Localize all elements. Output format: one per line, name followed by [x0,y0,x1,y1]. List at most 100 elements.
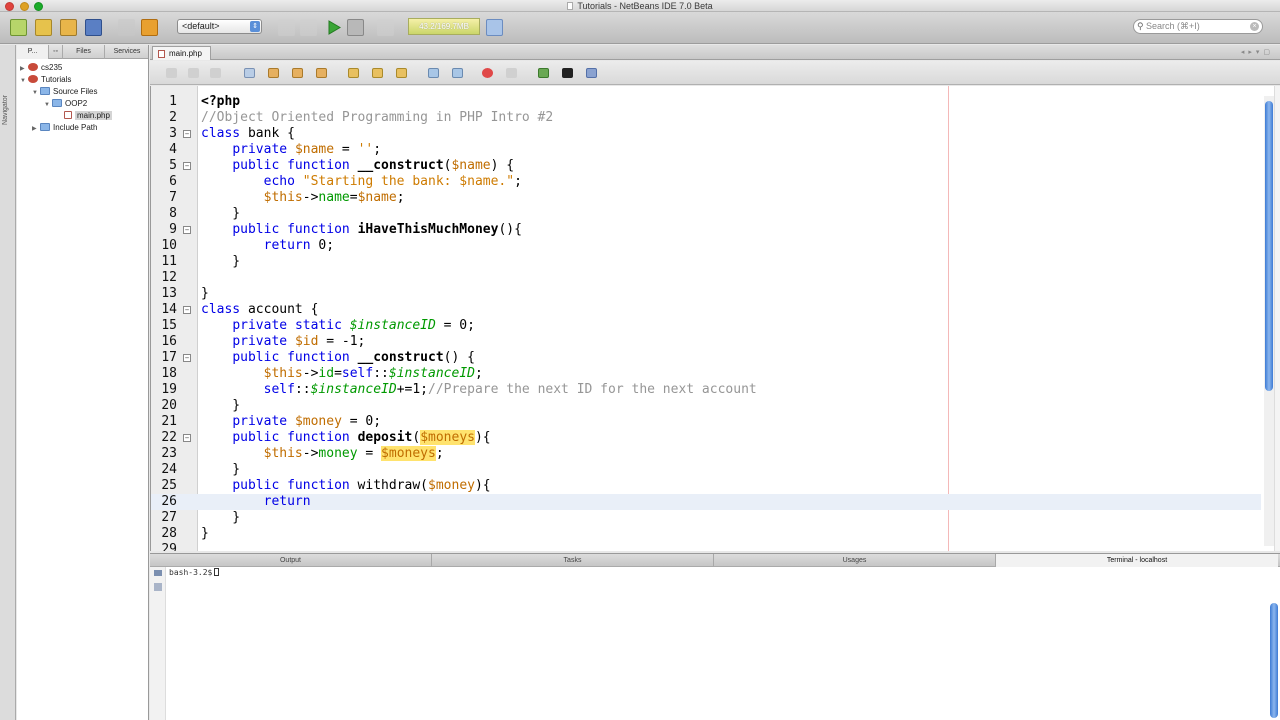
navigator-label[interactable]: Navigator [2,95,9,125]
tree-item-source-files[interactable]: ▼ Source Files [32,86,97,98]
run-icon[interactable] [325,19,342,36]
expand-arrow-icon[interactable]: ▶ [32,123,40,135]
code-line[interactable]: 13} [151,286,1261,302]
back-icon[interactable] [188,68,199,78]
code-line[interactable]: 11 } [151,254,1261,270]
shift-right-icon[interactable] [452,68,463,78]
code-line[interactable]: 14− class account { [151,302,1261,318]
code-line[interactable]: 21 private $money = 0; [151,414,1261,430]
fold-toggle-icon[interactable]: − [183,130,191,138]
code-line[interactable]: 1 <?php [151,94,1261,110]
code-line[interactable]: 17− public function __construct() { [151,350,1261,366]
code-line[interactable]: 29 [151,542,1261,551]
fold-toggle-icon[interactable]: − [183,354,191,362]
line-number: 2 [169,110,177,125]
previous-bookmark-icon[interactable] [348,68,359,78]
tab-terminal[interactable]: Terminal - localhost [996,554,1278,567]
scrollbar-thumb[interactable] [1265,101,1273,391]
code-line[interactable]: 22− public function deposit($moneys){ [151,430,1261,446]
terminal-icon[interactable] [154,570,162,576]
new-project-icon[interactable] [35,19,52,36]
tree-item-cs235[interactable]: ▶ cs235 [20,62,62,74]
tree-item-tutorials[interactable]: ▼ Tutorials [20,74,71,86]
build-icon[interactable] [300,19,317,36]
tab-scroll-controls[interactable]: ◂▸▾▢ [1241,48,1274,56]
open-project-icon[interactable] [60,19,77,36]
code-editor[interactable]: 1 <?php 2 //Object Oriented Programming in … [150,86,1280,551]
new-file-icon[interactable] [10,19,27,36]
editor-scrollbar[interactable] [1264,96,1274,546]
code-line[interactable]: 2 //Object Oriented Programming in PHP In… [151,110,1261,126]
configuration-select[interactable]: <default> ⇕ [177,19,262,34]
new-terminal-icon[interactable] [154,583,162,591]
tasks-icon[interactable] [586,68,597,78]
code-line[interactable]: 25 public function withdraw($money){ [151,478,1261,494]
code-line[interactable]: 10 return 0; [151,238,1261,254]
collapse-arrow-icon[interactable]: ▼ [32,87,40,99]
code-line[interactable]: 7 $this->name=$name; [151,190,1261,206]
undo-icon[interactable] [118,19,135,36]
fold-toggle-icon[interactable]: − [183,306,191,314]
toggle-bookmark-icon[interactable] [396,68,407,78]
redo-icon[interactable] [141,19,158,36]
code-line[interactable]: 28} [151,526,1261,542]
search-input[interactable]: ⚲ Search (⌘+I) × [1133,19,1263,34]
save-all-icon[interactable] [85,19,102,36]
code-line[interactable]: 26 return [151,494,1261,510]
clean-build-icon[interactable] [278,19,295,36]
code-text: private $id = -1; [232,334,366,349]
shift-left-icon[interactable] [428,68,439,78]
code-line[interactable]: 6 echo "Starting the bank: $name."; [151,174,1261,190]
collapse-arrow-icon[interactable]: ▼ [20,75,28,87]
code-line[interactable]: 5− public function __construct($name) { [151,158,1261,174]
tab-main-php[interactable]: main.php [152,46,211,60]
memory-meter[interactable]: 43.2/169.7MB [408,18,480,35]
uncomment-icon[interactable] [562,68,573,78]
find-icon[interactable] [244,68,255,78]
tab-usages[interactable]: Usages [714,554,996,567]
debug-icon[interactable] [347,19,364,36]
fold-toggle-icon[interactable]: − [183,434,191,442]
tab-services[interactable]: Services [105,45,149,59]
tab-output[interactable]: Output [150,554,432,567]
code-line[interactable]: 27 } [151,510,1261,526]
terminal-scrollbar[interactable] [1270,603,1278,718]
tab-files[interactable]: Files [63,45,105,59]
comment-icon[interactable] [538,68,549,78]
code-line[interactable]: 19 self::$instanceID+=1;//Prepare the ne… [151,382,1261,398]
code-line[interactable]: 16 private $id = -1; [151,334,1261,350]
code-line[interactable]: 15 private static $instanceID = 0; [151,318,1261,334]
tab-tasks[interactable]: Tasks [432,554,714,567]
stop-macro-icon[interactable] [506,68,517,78]
tree-item-oop2[interactable]: ▼ OOP2 [44,98,87,110]
code-line[interactable]: 18 $this->id=self::$instanceID; [151,366,1261,382]
start-macro-icon[interactable] [482,68,493,78]
forward-icon[interactable] [210,68,221,78]
code-line[interactable]: 24 } [151,462,1261,478]
code-line[interactable]: 20 } [151,398,1261,414]
code-text: private $name = ''; [232,142,382,157]
code-line[interactable]: 3− class bank { [151,126,1261,142]
code-line[interactable]: 23 $this->money = $moneys; [151,446,1261,462]
fold-toggle-icon[interactable]: − [183,226,191,234]
gc-icon[interactable] [486,19,503,36]
collapse-arrow-icon[interactable]: ▼ [44,99,52,111]
code-line[interactable]: 4 private $name = ''; [151,142,1261,158]
tree-item-main-php[interactable]: main.php [64,110,112,122]
terminal-area[interactable]: bash-3.2$ [150,567,1280,720]
line-number: 28 [161,526,177,541]
tree-item-include-path[interactable]: ▶ Include Path [32,122,97,134]
toggle-highlight-icon[interactable] [316,68,327,78]
clear-search-icon[interactable]: × [1250,22,1259,31]
source-view-icon[interactable] [166,68,177,78]
code-line[interactable]: 8 } [151,206,1261,222]
find-next-icon[interactable] [292,68,303,78]
profile-icon[interactable] [377,19,394,36]
code-line[interactable]: 12 [151,270,1261,286]
tab-projects[interactable]: P... [17,45,49,59]
fold-toggle-icon[interactable]: − [183,162,191,170]
find-previous-icon[interactable] [268,68,279,78]
panel-controls[interactable]: ◦◦ [49,45,63,59]
next-bookmark-icon[interactable] [372,68,383,78]
code-line[interactable]: 9− public function iHaveThisMuchMoney(){ [151,222,1261,238]
